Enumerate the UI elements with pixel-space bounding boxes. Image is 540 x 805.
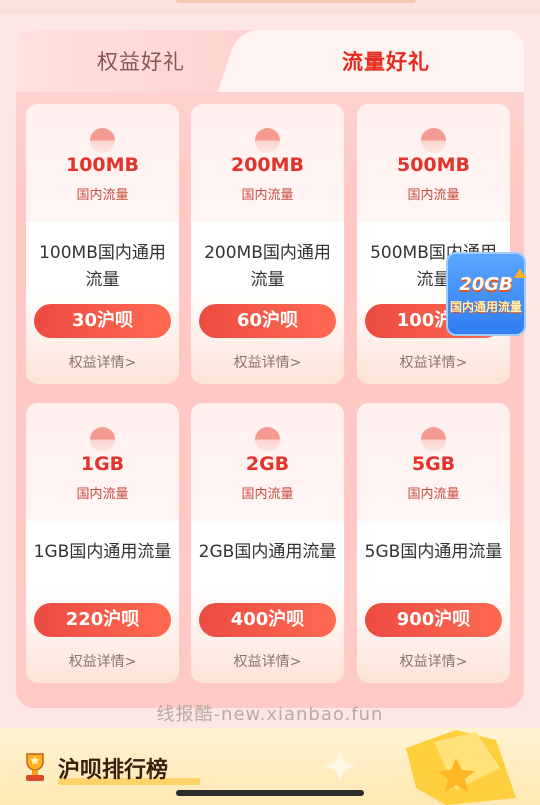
card-name: 200MB国内通用流量: [204, 243, 331, 290]
card-size: 500MB: [396, 154, 471, 176]
card-subtitle: 国内流量: [76, 188, 129, 203]
price-button[interactable]: 400沪呗: [199, 603, 336, 637]
rewards-panel: 权益好礼 流量好礼 100MB 国内流量 100MB国内通用流量 30沪呗 权益…: [16, 30, 524, 708]
price-button[interactable]: 220沪呗: [34, 603, 171, 637]
card-subtitle: 国内流量: [407, 487, 460, 502]
product-card[interactable]: 500MB 国内流量 500MB国内通用流量 100沪呗 权益详情>: [357, 104, 510, 384]
detail-link[interactable]: 权益详情>: [357, 352, 510, 372]
home-indicator: [176, 790, 364, 796]
card-subtitle: 国内流量: [76, 487, 129, 502]
card-subtitle: 国内流量: [241, 188, 294, 203]
detail-link[interactable]: 权益详情>: [357, 651, 510, 671]
data-ball-icon: [255, 427, 280, 452]
trophy-icon: [26, 753, 44, 781]
card-name: 5GB国内通用流量: [364, 542, 503, 562]
price-button[interactable]: 60沪呗: [199, 304, 336, 338]
card-subtitle: 国内流量: [241, 487, 294, 502]
floating-promo-badge[interactable]: 20GB 国内通用流量: [444, 246, 528, 338]
top-strip-bar: [176, 0, 416, 3]
card-size: 1GB: [80, 453, 125, 475]
product-card[interactable]: 1GB 国内流量 1GB国内通用流量 220沪呗 权益详情>: [26, 403, 179, 683]
product-card[interactable]: 5GB 国内流量 5GB国内通用流量 900沪呗 权益详情>: [357, 403, 510, 683]
data-ball-icon: [421, 128, 446, 153]
card-name: 2GB国内通用流量: [198, 542, 337, 562]
tab-bar: 权益好礼 流量好礼: [16, 30, 524, 92]
sparkle-icon: [322, 748, 358, 784]
card-size: 200MB: [230, 154, 305, 176]
top-strip: [0, 0, 540, 14]
card-size: 5GB: [411, 453, 456, 475]
product-card[interactable]: 2GB 国内流量 2GB国内通用流量 400沪呗 权益详情>: [191, 403, 344, 683]
data-ball-icon: [421, 427, 446, 452]
detail-link[interactable]: 权益详情>: [191, 352, 344, 372]
card-name: 1GB国内通用流量: [33, 542, 172, 562]
tab-data-gifts-label: 流量好礼: [342, 50, 430, 74]
card-size: 2GB: [245, 453, 290, 475]
product-card[interactable]: 100MB 国内流量 100MB国内通用流量 30沪呗 权益详情>: [26, 104, 179, 384]
card-name: 100MB国内通用流量: [39, 243, 166, 290]
detail-link[interactable]: 权益详情>: [26, 651, 179, 671]
data-ball-icon: [90, 128, 115, 153]
ranking-title: 沪呗排行榜: [58, 758, 169, 783]
detail-link[interactable]: 权益详情>: [26, 352, 179, 372]
data-ball-icon: [90, 427, 115, 452]
promo-badge-size: 20GB: [459, 274, 513, 295]
gift-box-icon: [406, 730, 516, 805]
tab-data-gifts[interactable]: 流量好礼: [248, 30, 524, 92]
watermark: 线报酷-new.xianbao.fun: [156, 704, 384, 725]
card-size: 100MB: [65, 154, 140, 176]
price-button[interactable]: 900沪呗: [365, 603, 502, 637]
card-subtitle: 国内流量: [407, 188, 460, 203]
data-ball-icon: [255, 128, 280, 153]
price-button[interactable]: 30沪呗: [34, 304, 171, 338]
product-card[interactable]: 200MB 国内流量 200MB国内通用流量 60沪呗 权益详情>: [191, 104, 344, 384]
promo-badge-label: 国内通用流量: [449, 300, 522, 314]
detail-link[interactable]: 权益详情>: [191, 651, 344, 671]
